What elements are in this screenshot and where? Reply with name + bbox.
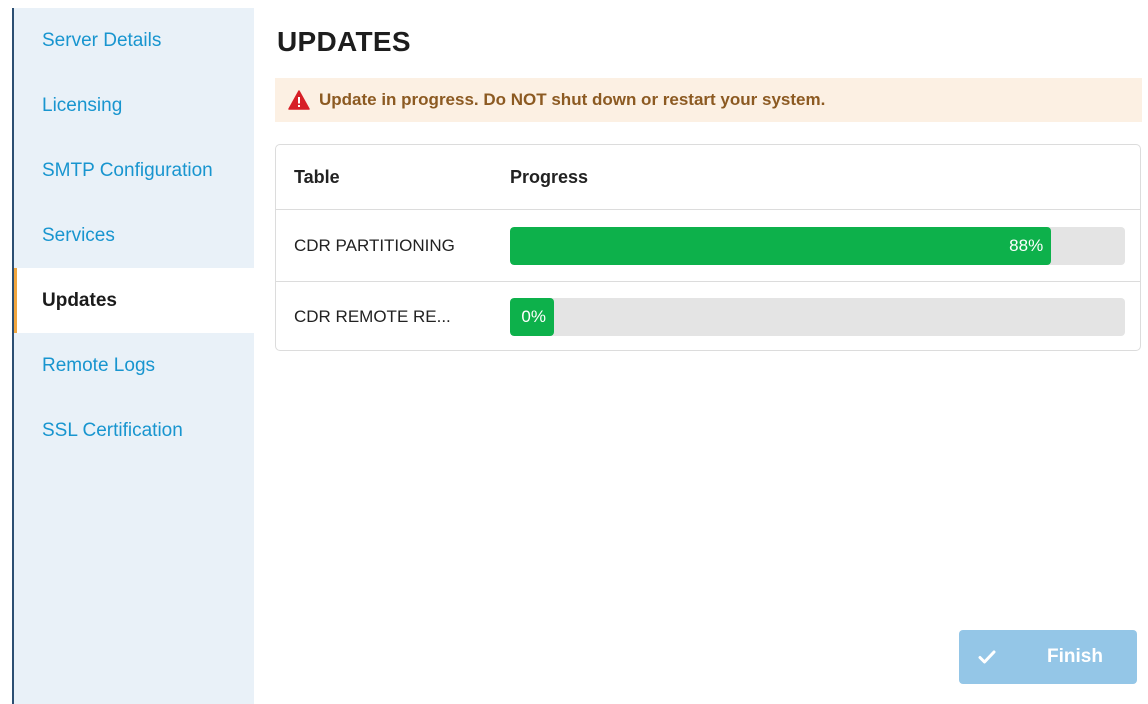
update-warning-alert: Update in progress. Do NOT shut down or …: [275, 78, 1142, 122]
sidebar-item-services[interactable]: Services: [14, 203, 254, 268]
page-title: UPDATES: [277, 26, 411, 57]
alert-text: Update in progress. Do NOT shut down or …: [319, 90, 826, 109]
progress-bar-track: 0%: [510, 298, 1125, 336]
sidebar-item-server-details[interactable]: Server Details: [14, 8, 254, 73]
main-content: UPDATES Update in progress. Do NOT shut …: [275, 0, 1142, 704]
table-row: CDR REMOTE RE... 0%: [276, 281, 1140, 352]
table-row: CDR PARTITIONING 88%: [276, 210, 1140, 281]
column-header-table: Table: [294, 166, 340, 187]
column-header-progress: Progress: [510, 166, 589, 187]
updates-table: Table Progress CDR PARTITIONING 88% CDR …: [275, 144, 1141, 351]
finish-button-label: Finish: [1047, 646, 1103, 667]
progress-bar-fill: 88%: [510, 226, 1052, 265]
sidebar-item-licensing[interactable]: Licensing: [14, 73, 254, 138]
sidebar-item-remote-logs[interactable]: Remote Logs: [14, 333, 254, 398]
table-header: Table Progress: [276, 145, 1140, 210]
progress-bar-fill: 0%: [510, 298, 554, 336]
sidebar-item-updates[interactable]: Updates: [14, 268, 254, 333]
warning-triangle-icon: [288, 90, 310, 110]
sidebar-item-smtp-configuration[interactable]: SMTP Configuration: [14, 138, 254, 203]
table-name-cell: CDR PARTITIONING: [294, 235, 455, 255]
check-icon: [959, 630, 1015, 684]
finish-button[interactable]: Finish: [959, 630, 1137, 684]
sidebar: Server Details Licensing SMTP Configurat…: [14, 8, 254, 704]
sidebar-item-ssl-certification[interactable]: SSL Certification: [14, 398, 254, 463]
progress-bar-track: 88%: [510, 226, 1125, 265]
table-name-cell: CDR REMOTE RE...: [294, 307, 451, 326]
